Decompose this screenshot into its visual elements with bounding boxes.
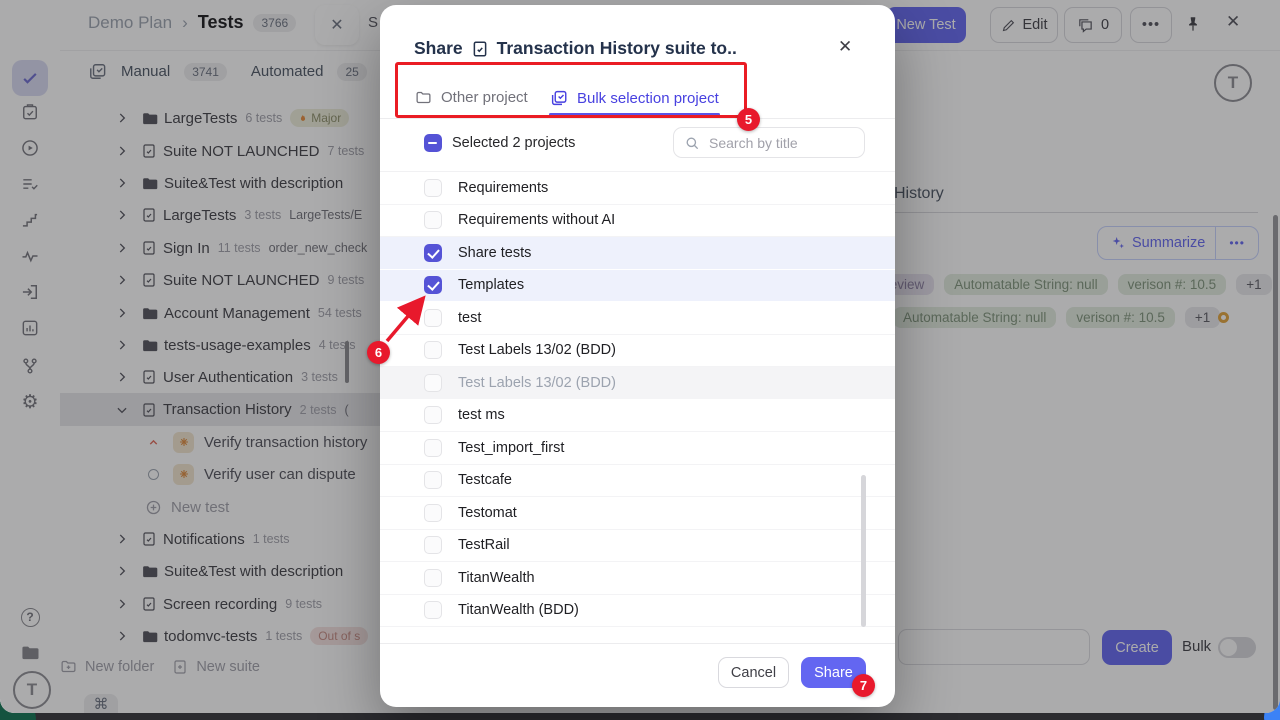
project-label: Testomat	[458, 505, 517, 521]
project-checkbox[interactable]	[424, 569, 442, 587]
project-label: Templates	[458, 277, 524, 293]
project-checkbox[interactable]	[424, 341, 442, 359]
divider	[380, 118, 895, 119]
project-checkbox[interactable]	[424, 439, 442, 457]
project-row[interactable]: TestRail	[380, 530, 895, 563]
project-label: Share tests	[458, 245, 531, 261]
projects-list: Requirements Requirements without AI Sha…	[380, 171, 895, 628]
project-checkbox-checked[interactable]	[424, 244, 442, 262]
doc-check-icon	[471, 40, 489, 58]
project-label: TitanWealth (BDD)	[458, 602, 579, 618]
project-row[interactable]: test	[380, 302, 895, 335]
project-row[interactable]: Testcafe	[380, 465, 895, 498]
project-label: TitanWealth	[458, 570, 535, 586]
project-label: Requirements	[458, 180, 548, 196]
project-row[interactable]: Requirements without AI	[380, 205, 895, 238]
project-checkbox[interactable]	[424, 601, 442, 619]
project-row[interactable]: TitanWealth (BDD)	[380, 595, 895, 628]
modal-title: Share Transaction History suite to..	[414, 38, 737, 59]
select-all-row[interactable]: Selected 2 projects	[424, 134, 575, 152]
project-checkbox	[424, 374, 442, 392]
project-checkbox[interactable]	[424, 406, 442, 424]
modal-close-button[interactable]: ✕	[838, 37, 852, 57]
project-row[interactable]: Test Labels 13/02 (BDD)	[380, 335, 895, 368]
search-icon	[684, 135, 700, 151]
project-checkbox[interactable]	[424, 536, 442, 554]
search-input[interactable]	[707, 134, 841, 152]
project-row[interactable]: Requirements	[380, 172, 895, 205]
project-checkbox-checked[interactable]	[424, 276, 442, 294]
selected-summary: Selected 2 projects	[452, 135, 575, 151]
modal-title-prefix: Share	[414, 38, 463, 59]
annotation-step-6: 6	[367, 341, 390, 364]
project-label: Test Labels 13/02 (BDD)	[458, 342, 616, 358]
project-row-disabled: Test Labels 13/02 (BDD)	[380, 367, 895, 400]
project-row-selected[interactable]: Share tests	[380, 237, 895, 270]
divider	[380, 643, 895, 644]
project-label: test ms	[458, 407, 505, 423]
project-label: Test Labels 13/02 (BDD)	[458, 375, 616, 391]
project-label: Testcafe	[458, 472, 512, 488]
project-label: Requirements without AI	[458, 212, 615, 228]
annotation-step-7: 7	[852, 674, 875, 697]
project-label: test	[458, 310, 481, 326]
share-label: Share	[814, 665, 853, 681]
project-checkbox[interactable]	[424, 211, 442, 229]
project-checkbox[interactable]	[424, 504, 442, 522]
project-checkbox[interactable]	[424, 179, 442, 197]
project-row[interactable]: test ms	[380, 400, 895, 433]
project-label: Test_import_first	[458, 440, 564, 456]
project-label: TestRail	[458, 537, 510, 553]
modal-title-suite: Transaction History suite to..	[497, 38, 737, 59]
select-all-checkbox[interactable]	[424, 134, 442, 152]
search-box[interactable]	[673, 127, 865, 158]
close-icon: ✕	[838, 37, 852, 56]
project-row-selected[interactable]: Templates	[380, 270, 895, 303]
project-row[interactable]: TitanWealth	[380, 562, 895, 595]
annotation-step-5: 5	[737, 108, 760, 131]
screen: Tǀ Demo Plan › Tests 3766 ✕ S Manual 374…	[0, 0, 1280, 720]
annotation-highlight-box	[395, 62, 747, 118]
cancel-label: Cancel	[731, 665, 776, 681]
modal-list-scrollbar[interactable]	[861, 475, 866, 627]
project-checkbox[interactable]	[424, 471, 442, 489]
project-checkbox[interactable]	[424, 309, 442, 327]
cancel-button[interactable]: Cancel	[718, 657, 789, 688]
project-row[interactable]: Testomat	[380, 497, 895, 530]
project-row[interactable]: Test_import_first	[380, 432, 895, 465]
